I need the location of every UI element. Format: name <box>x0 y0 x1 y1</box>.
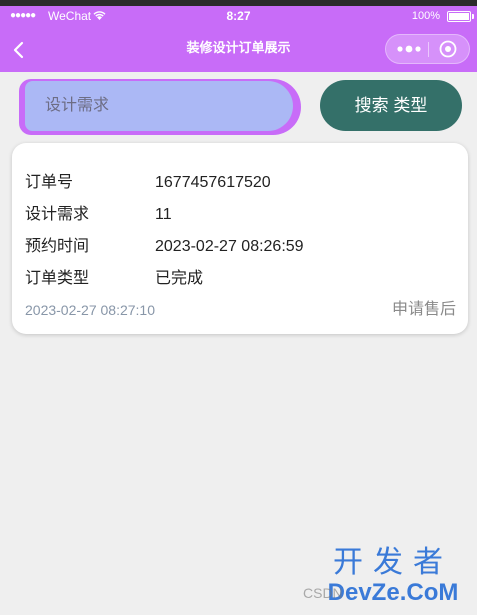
more-dots-icon[interactable] <box>396 42 422 56</box>
order-type-value: 已完成 <box>155 270 204 287</box>
status-bar: ●●●●● WeChat 8:27 100% <box>0 9 477 25</box>
order-number-value: 1677457617520 <box>155 174 271 191</box>
screen: ●●●●● WeChat 8:27 100% 装修设计订单展示 设计需求 搜索 … <box>0 0 477 615</box>
appointment-time-value: 2023-02-27 08:26:59 <box>155 238 304 255</box>
appointment-time-label: 预约时间 <box>25 238 90 255</box>
battery-percent: 100% <box>411 10 440 22</box>
search-input[interactable] <box>25 81 293 131</box>
mini-program-capsule <box>385 34 470 64</box>
after-sales-button[interactable]: 申请售后 <box>392 300 456 320</box>
top-edge <box>0 0 477 6</box>
search-box <box>19 79 301 135</box>
battery-icon <box>447 11 474 22</box>
watermark: 开发者 DevZe.CoM CSDN <box>303 545 468 607</box>
design-requirement-label: 设计需求 <box>25 206 90 223</box>
watermark-csdn: CSDN <box>303 585 343 601</box>
order-number-label: 订单号 <box>25 174 74 191</box>
design-requirement-value: 11 <box>155 206 172 223</box>
order-created-time: 2023-02-27 08:27:10 <box>25 302 155 318</box>
nav-bar: ●●●●● WeChat 8:27 100% 装修设计订单展示 <box>0 0 477 72</box>
close-target-icon[interactable] <box>439 40 457 58</box>
watermark-line1: 开发者 <box>333 546 453 579</box>
search-type-button[interactable]: 搜索 类型 <box>320 80 462 131</box>
order-card[interactable]: 订单号 1677457617520 设计需求 11 预约时间 2023-02-2… <box>12 143 468 334</box>
status-time: 8:27 <box>226 9 251 23</box>
capsule-divider <box>428 42 429 57</box>
order-type-label: 订单类型 <box>25 270 90 287</box>
